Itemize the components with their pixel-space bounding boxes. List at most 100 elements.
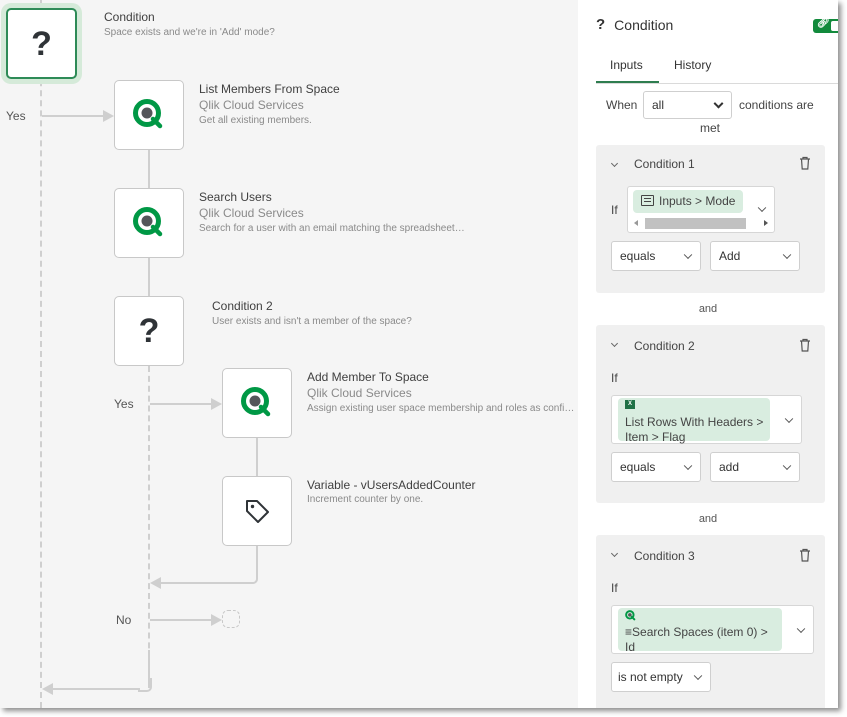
condition-2-field[interactable]: X List Rows With Headers > Item > Flag [611, 395, 802, 444]
operator-select[interactable]: is not empty [611, 662, 711, 692]
condition-3-field[interactable]: ≡Search Spaces (item 0) > Id [611, 605, 814, 654]
collapse-caret-icon[interactable] [610, 549, 619, 558]
arrow-return-main [42, 683, 53, 695]
chip-part: Flag [662, 430, 686, 444]
chevron-right-icon: > [695, 194, 703, 208]
chevron-down-icon [693, 671, 703, 681]
connector-search-cond2 [148, 258, 150, 296]
node-search-users[interactable] [114, 188, 184, 258]
node-condition[interactable]: ? [6, 8, 77, 79]
operator-select[interactable]: equals [611, 452, 701, 482]
when-suffix-2: met [700, 121, 721, 135]
connector-list-search [148, 150, 150, 188]
chip-part: Inputs [659, 194, 692, 208]
branch-label-yes-2: Yes [114, 397, 134, 411]
if-label: If [611, 203, 618, 217]
node-list-members-title: List Members From Space [199, 82, 340, 96]
tab-history[interactable]: History [674, 58, 711, 72]
trash-icon[interactable] [799, 338, 811, 352]
node-condition-2-title: Condition 2 [212, 299, 273, 313]
condition-title: Condition 1 [634, 157, 695, 171]
node-list-members[interactable] [114, 80, 184, 150]
operator-value: is not empty [618, 670, 683, 684]
node-variable-title: Variable - vUsersAddedCounter [307, 478, 476, 492]
trash-icon[interactable] [799, 548, 811, 562]
scroll-left-icon[interactable] [634, 220, 638, 226]
node-condition-2[interactable]: ? [114, 296, 184, 366]
chevron-down-icon [757, 203, 767, 213]
question-icon: ? [31, 24, 52, 63]
operator-select[interactable]: equals [611, 241, 701, 271]
chevron-down-icon [713, 98, 724, 109]
operator-value: equals [620, 249, 656, 263]
chevron-down-icon [796, 624, 806, 633]
node-variable-description: Increment counter by one. [307, 494, 424, 505]
and-joiner: and [698, 513, 718, 525]
condition-card-2: Condition 2 If X List Rows With Headers … [596, 325, 825, 503]
empty-placeholder-node[interactable] [222, 610, 240, 628]
branch-label-yes: Yes [6, 109, 26, 123]
node-search-users-description: Search for a user with an email matching… [199, 223, 465, 234]
question-icon: ? [138, 312, 160, 350]
flow-canvas[interactable]: ? Condition Space exists and we're in 'A… [0, 0, 578, 708]
operator-value: equals [620, 460, 656, 474]
when-suffix: conditions are [739, 98, 814, 112]
connector-yes-2 [150, 403, 212, 405]
value-value: add [719, 460, 740, 474]
field-chip: ≡Search Spaces (item 0) > Id [618, 608, 782, 654]
chip-part: Mode [705, 194, 736, 208]
and-joiner: and [698, 303, 718, 315]
arrow-yes-2 [211, 398, 222, 410]
connector-variable-return-h [160, 582, 252, 584]
chevron-right-icon: > [651, 430, 659, 444]
chip-part: Id [625, 640, 636, 654]
chevron-down-icon [782, 461, 792, 471]
connector-corner-2 [138, 678, 152, 692]
tag-icon [246, 500, 269, 523]
connector-main-dashed [40, 0, 42, 708]
condition-card-3: Condition 3 If ≡Search Spaces (item 0) >… [596, 535, 825, 708]
value-value: Add [719, 249, 741, 263]
chevron-down-icon [683, 461, 693, 471]
horizontal-scrollbar[interactable] [630, 217, 772, 230]
chip-part: Search Spaces (item 0) [632, 625, 758, 639]
qlik-icon [133, 99, 163, 129]
node-condition-description: Space exists and we're in 'Add' mode? [104, 27, 275, 38]
chevron-right-icon: > [760, 625, 768, 639]
chip-part: List Rows With Headers [625, 415, 754, 429]
arrow-return-1 [150, 577, 161, 589]
branch-label-no: No [116, 613, 132, 627]
node-list-members-description: Get all existing members. [199, 115, 312, 126]
node-list-members-subtitle: Qlik Cloud Services [199, 98, 304, 112]
node-add-member-subtitle: Qlik Cloud Services [307, 386, 412, 400]
collapse-caret-icon[interactable] [610, 339, 619, 348]
panel-tabs: Inputs History [596, 50, 838, 84]
condition-1-field[interactable]: Inputs > Mode [627, 186, 775, 233]
connector-cond2-dashed [148, 366, 150, 678]
arrow-yes-1 [103, 110, 114, 122]
value-select[interactable]: add [710, 452, 800, 482]
panel-title: Condition [614, 16, 674, 33]
node-search-users-title: Search Users [199, 190, 272, 204]
node-variable[interactable] [222, 476, 292, 546]
when-label: When [606, 98, 638, 112]
scroll-thumb[interactable] [645, 218, 746, 229]
match-mode-select[interactable]: all [643, 91, 732, 119]
connector-no-2 [150, 619, 212, 621]
tab-inputs[interactable]: Inputs [610, 58, 643, 72]
chip-part: Item [625, 430, 649, 444]
scroll-right-icon[interactable] [764, 220, 768, 226]
match-mode-value: all [652, 98, 665, 112]
collapse-caret-icon[interactable] [610, 159, 619, 168]
qlik-icon [241, 387, 271, 417]
value-select[interactable]: Add [710, 241, 800, 271]
connector-add-variable [256, 438, 258, 476]
chevron-down-icon [683, 250, 693, 260]
list-lines-icon: ≡ [625, 625, 633, 639]
trash-icon[interactable] [799, 156, 811, 170]
node-search-users-subtitle: Qlik Cloud Services [199, 206, 304, 220]
link-toggle[interactable]: 🔗︎ [813, 18, 838, 33]
node-add-member[interactable] [222, 368, 292, 438]
node-add-member-title: Add Member To Space [307, 370, 429, 384]
if-label: If [611, 371, 618, 385]
